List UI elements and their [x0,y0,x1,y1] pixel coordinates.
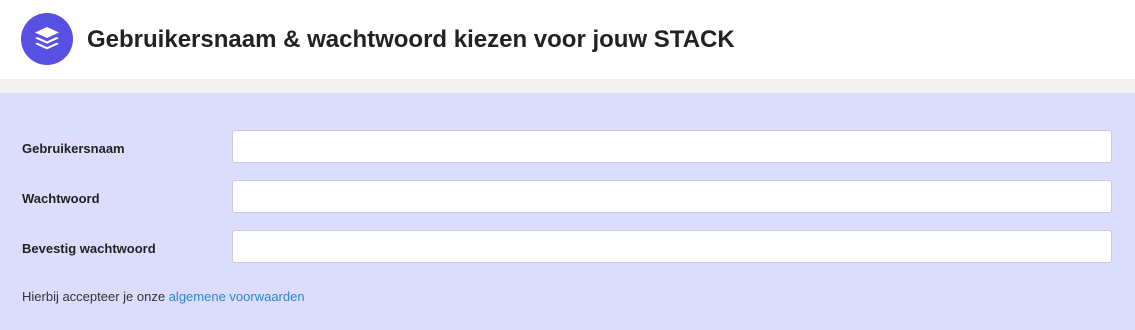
page-title: Gebruikersnaam & wachtwoord kiezen voor … [87,26,735,53]
username-input[interactable] [232,130,1112,163]
confirm-password-input[interactable] [232,230,1112,263]
password-label: Wachtwoord [22,191,100,206]
account-form: Gebruikersnaam Wachtwoord Bevestig wacht… [0,93,1135,330]
password-input[interactable] [232,180,1112,213]
stack-layers-icon [32,24,62,54]
header-divider [0,79,1135,93]
terms-link[interactable]: algemene voorwaarden [169,289,305,304]
terms-text: Hierbij accepteer je onze [22,289,169,304]
stack-logo [21,13,73,65]
username-label: Gebruikersnaam [22,141,125,156]
page-header: Gebruikersnaam & wachtwoord kiezen voor … [0,0,1135,79]
confirm-password-label: Bevestig wachtwoord [22,241,156,256]
terms-notice: Hierbij accepteer je onze algemene voorw… [22,289,305,305]
